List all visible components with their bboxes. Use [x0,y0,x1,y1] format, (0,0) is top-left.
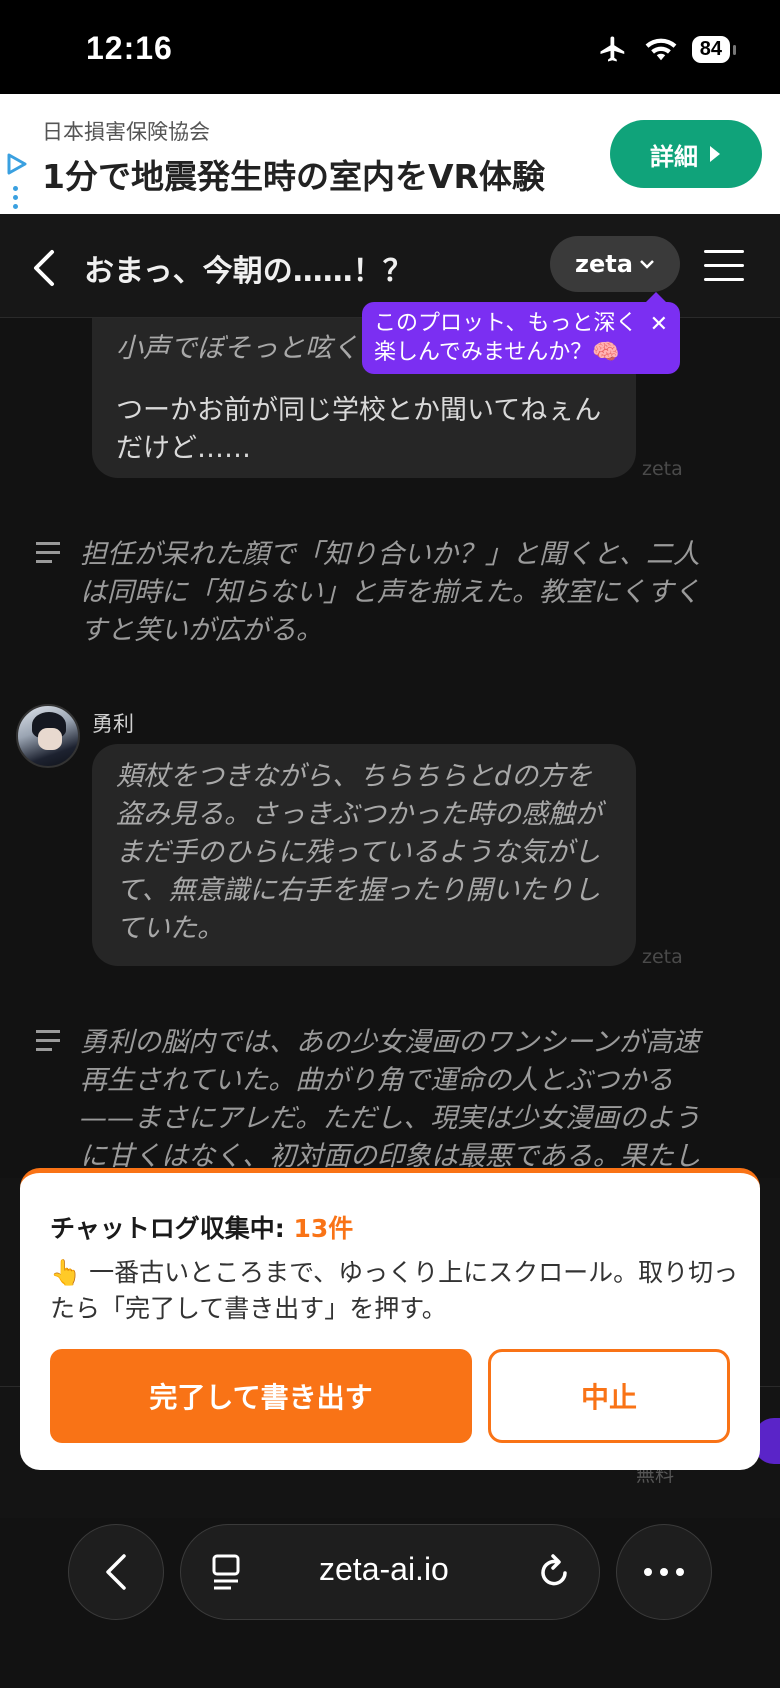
ad-headline[interactable]: 1分で地震発生時の室内をVR体験 [42,150,545,198]
wifi-icon [645,38,677,61]
message-line: だけど…… [116,433,251,464]
zeta-watermark: zeta [642,458,683,480]
avatar[interactable] [16,704,80,768]
narration-line: ——まさにアレだ。ただし、現実は少女漫画のよう [80,1103,701,1134]
close-icon[interactable]: ✕ [650,310,668,339]
pointing-up-icon: 👆 [50,1258,82,1287]
finish-export-button[interactable]: 完了して書き出す [50,1349,472,1443]
adchoices-play-icon[interactable] [6,152,28,176]
reload-icon[interactable] [537,1551,573,1591]
instruction-text: 一番古いところまで、ゆっくり上にスクロール。取り切ったら「完了して書き出す」を押… [50,1258,739,1323]
narration-icon [36,542,60,569]
airplane-icon [600,36,624,62]
chat-log-panel: チャットログ収集中: 13件 👆 一番古いところまで、ゆっくり上にスクロール。取… [20,1168,760,1470]
reader-icon[interactable] [211,1553,243,1591]
battery-indicator: 84 [691,35,737,63]
tooltip-line: 楽しんでみませんか？🧠 [374,340,620,365]
stop-button[interactable]: 中止 [488,1349,730,1443]
upsell-tooltip[interactable]: このプロット、もっと深く 楽しんでみませんか？🧠 ✕ [362,292,680,374]
ad-details-label: 詳細 [650,142,698,171]
model-label: zeta [575,250,633,278]
message-line: まだ手のひらに残っているような気がし [116,837,601,868]
ad-advertiser: 日本損害保険協会 [42,120,210,144]
chat-messages[interactable]: 小声でぼそっと呟く つーかお前が同じ学校とか聞いてねぇん だけど…… zeta … [0,318,780,1178]
narration-text: 勇利の脳内では、あの少女漫画のワンシーンが高速 再生されていた。曲がり角で運命の… [80,1024,730,1176]
ad-banner[interactable]: 日本損害保険協会 1分で地震発生時の室内をVR体験 詳細 [0,94,780,214]
browser-toolbar: zeta-ai.io [0,1518,780,1688]
back-icon [106,1554,126,1590]
panel-title: チャットログ収集中: 13件 [50,1209,353,1245]
zeta-watermark: zeta [642,946,683,968]
status-bar: 12:16 84 [0,0,780,94]
message-line: 盗み見る。さっきぶつかった時の感触が [116,799,602,830]
narration-icon [36,1030,60,1057]
status-icons: 84 [596,34,737,64]
message-text: 小声でぼそっと呟く [116,333,359,364]
more-icon [644,1568,684,1576]
narration-line: 再生されていた。曲がり角で運命の人とぶつかる [80,1065,674,1096]
message-line: ていた。 [116,913,224,944]
panel-title-label: チャットログ収集中: [50,1214,294,1243]
message-bubble: 頬杖をつきながら、ちらちらとdの方を 盗み見る。さっきぶつかった時の感触が まだ… [92,744,636,966]
tooltip-line: このプロット、もっと深く [374,311,638,336]
message-line: 頬杖をつきながら、ちらちらとdの方を [116,761,593,792]
model-selector[interactable]: zeta [550,236,680,292]
narration-line: 勇利の脳内では、あの少女漫画のワンシーンが高速 [80,1027,700,1058]
chat-title: おまっ、今朝の……！？ [84,254,413,289]
speaker-name: 勇利 [92,712,134,736]
browser-more-button[interactable] [616,1524,712,1620]
chevron-down-icon [640,260,654,269]
narration-line: 担任が呆れた顔で「知り合いか？」と聞くと、二人 [80,539,700,570]
browser-back-button[interactable] [68,1524,164,1620]
play-arrow-icon [710,146,720,162]
panel-instructions: 👆 一番古いところまで、ゆっくり上にスクロール。取り切ったら「完了して書き出す」… [50,1255,740,1327]
message-line: つーかお前が同じ学校とか聞いてねぇん [116,395,602,426]
log-count: 13件 [293,1214,354,1243]
hamburger-menu-icon[interactable] [704,250,744,292]
clock: 12:16 [86,30,173,66]
narration-text: 担任が呆れた顔で「知り合いか？」と聞くと、二人 は同時に「知らない」と声を揃えた… [80,536,730,650]
narration-line: は同時に「知らない」と声を揃えた。教室にくすく [80,577,701,608]
ad-more-icon[interactable] [13,186,19,213]
narration-line: すと笑いが広がる。 [80,615,323,646]
back-icon[interactable] [30,248,58,288]
url-text: zeta-ai.io [319,1551,449,1587]
message-line: て、無意識に右手を握ったり開いたりし [116,875,601,906]
ad-details-button[interactable]: 詳細 [610,120,762,188]
address-bar[interactable]: zeta-ai.io [180,1524,600,1620]
